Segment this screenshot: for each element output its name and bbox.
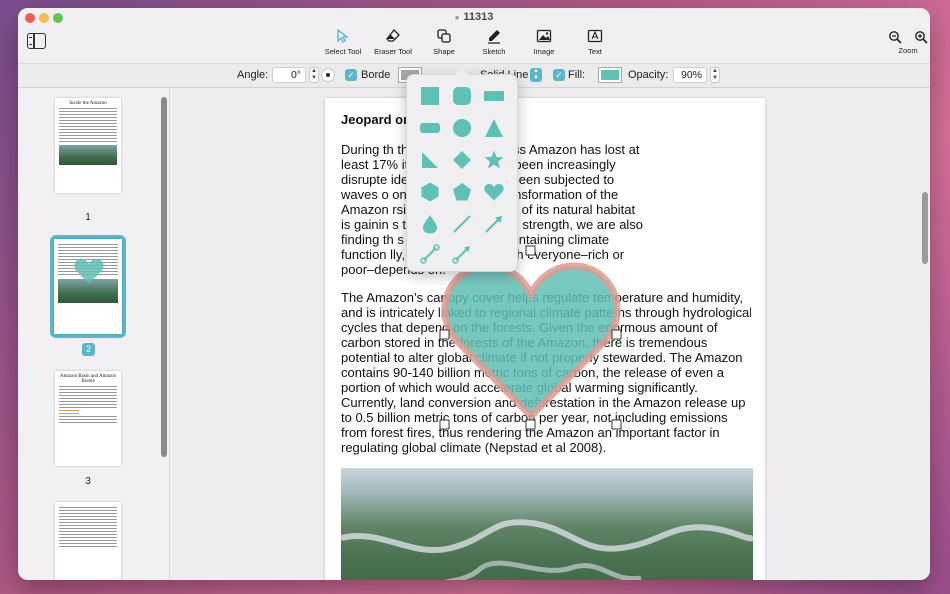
line-icon[interactable] bbox=[451, 213, 473, 235]
thumbnails-scrollbar[interactable] bbox=[161, 97, 167, 457]
thumbnail-title: Inside the Amazon bbox=[69, 101, 107, 106]
amazon-river-photo bbox=[340, 468, 754, 580]
border-checkbox[interactable]: ✓ bbox=[345, 69, 357, 81]
opacity-stepper[interactable]: ▲ ▼ bbox=[710, 67, 720, 83]
text-line: is gainin s those forces grow in strengt… bbox=[341, 217, 644, 232]
angle-field[interactable]: 0° bbox=[272, 67, 306, 83]
window-title: ● 11313 bbox=[18, 11, 930, 23]
text-line: regulating global climate (Nepstad et al… bbox=[341, 440, 607, 455]
text-line: disrupte idemic species have been subjec… bbox=[341, 172, 615, 187]
sidebar-toggle-icon[interactable] bbox=[27, 33, 46, 49]
select-tool-label: Select Tool bbox=[324, 47, 362, 56]
angle-label: Angle: bbox=[237, 69, 269, 81]
zoom-out-icon[interactable] bbox=[888, 30, 902, 44]
text-line: During th the seemingly endless Amazon h… bbox=[341, 142, 640, 157]
image-tool-label: Image bbox=[533, 47, 555, 56]
fill-checkbox[interactable]: ✓ bbox=[553, 69, 565, 81]
text-tool-button[interactable]: Text bbox=[565, 28, 625, 56]
eraser-icon bbox=[386, 29, 400, 42]
shape-tool-label: Shape bbox=[433, 47, 455, 56]
connector-arrow-icon[interactable] bbox=[451, 243, 473, 265]
opacity-label: Opacity: bbox=[628, 69, 669, 81]
drop-icon[interactable] bbox=[419, 213, 441, 235]
popover-arrow bbox=[455, 68, 469, 75]
heart-icon[interactable] bbox=[436, 244, 626, 434]
zoom-in-icon[interactable] bbox=[914, 30, 928, 44]
diamond-icon[interactable] bbox=[451, 149, 473, 171]
connector-icon[interactable] bbox=[419, 243, 441, 265]
triangle-icon[interactable] bbox=[483, 117, 505, 139]
toolbar: ● 11313 Select Tool Eraser Tool Shape Sk… bbox=[18, 8, 930, 64]
page-number-label: 3 bbox=[85, 476, 91, 487]
image-icon bbox=[536, 29, 552, 43]
circle-icon[interactable] bbox=[451, 117, 473, 139]
page-number-badge: 2 bbox=[82, 343, 95, 356]
fill-color-swatch[interactable] bbox=[598, 67, 622, 83]
thumbnail-title: Amazon Basin and Amazon Biome bbox=[60, 374, 116, 384]
page-thumbnail-4[interactable] bbox=[55, 502, 121, 580]
shape-picker-popover bbox=[406, 68, 518, 272]
rounded-rectangle-icon[interactable] bbox=[419, 117, 441, 139]
pen-icon bbox=[488, 30, 500, 44]
river-illustration bbox=[340, 519, 754, 580]
text-tool-label: Text bbox=[588, 47, 602, 56]
fill-label: Fill: bbox=[568, 69, 586, 81]
star-icon[interactable] bbox=[483, 149, 505, 171]
heart-icon[interactable] bbox=[483, 181, 505, 203]
border-label: Borde bbox=[361, 69, 391, 81]
line-style-dropdown-icon[interactable]: ▲ ▼ bbox=[530, 68, 542, 82]
heart-icon bbox=[74, 258, 104, 284]
angle-stepper[interactable]: ▲ ▼ bbox=[309, 67, 319, 83]
rounded-square-icon[interactable] bbox=[451, 85, 473, 107]
right-triangle-icon[interactable] bbox=[419, 149, 441, 171]
text-line: least 17% its connectivity has been incr… bbox=[341, 157, 616, 172]
angle-dial[interactable] bbox=[321, 68, 335, 82]
rectangle-icon[interactable] bbox=[483, 85, 505, 107]
arrow-icon[interactable] bbox=[483, 213, 505, 235]
shapes-icon bbox=[437, 29, 451, 43]
zoom-control: Zoom bbox=[888, 30, 928, 55]
text-line: waves o on. The economic transformation … bbox=[341, 187, 619, 202]
text-line: Amazon rsion and degradation of its natu… bbox=[341, 202, 636, 217]
thumbnail-image bbox=[59, 145, 117, 165]
hexagon-icon[interactable] bbox=[419, 181, 441, 203]
page-thumbnail-1[interactable]: Inside the Amazon bbox=[55, 98, 121, 193]
square-icon[interactable] bbox=[419, 85, 441, 107]
window-title-text: 11313 bbox=[463, 11, 494, 23]
text-icon bbox=[587, 29, 603, 43]
pentagon-icon[interactable] bbox=[451, 181, 473, 203]
heart-shape-overlay[interactable] bbox=[436, 244, 626, 434]
sketch-tool-label: Sketch bbox=[482, 47, 506, 56]
zoom-label: Zoom bbox=[898, 46, 918, 55]
page-thumbnail-2[interactable] bbox=[54, 239, 122, 334]
opacity-field[interactable]: 90% bbox=[673, 67, 707, 83]
app-window: ● 11313 Select Tool Eraser Tool Shape Sk… bbox=[18, 8, 930, 580]
page-thumbnails-sidebar: Inside the Amazon 1 2 Amazon Basin and A… bbox=[18, 88, 170, 580]
page-number-label: 1 bbox=[85, 212, 91, 223]
page-thumbnail-3[interactable]: Amazon Basin and Amazon Biome bbox=[55, 371, 121, 466]
lock-icon: ● bbox=[454, 13, 460, 22]
eraser-tool-label: Eraser Tool bbox=[374, 47, 412, 56]
cursor-icon bbox=[337, 28, 349, 43]
canvas-scrollbar[interactable] bbox=[922, 192, 928, 264]
